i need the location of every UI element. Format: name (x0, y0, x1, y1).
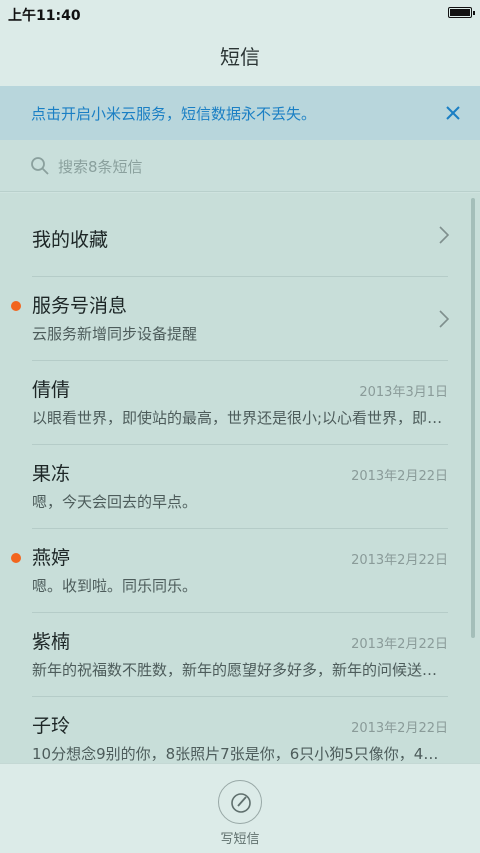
table-row[interactable]: 紫楠 2013年2月22日 新年的祝福数不胜数，新年的愿望好多好多，新年的问候送… (0, 613, 480, 697)
conversation-name: 子玲 (32, 715, 71, 737)
conversation-list[interactable]: 我的收藏 服务号消息 云服务新增同步设备提醒 倩倩 2013年3月1日 以眼看世… (0, 193, 480, 763)
conversation-preview: 10分想念9别的你，8张照片7张是你，6只小狗5只像你，4季都想着你 (32, 745, 448, 763)
chevron-right-icon (439, 226, 450, 244)
conversation-preview: 嗯，今天会回去的早点。 (32, 493, 198, 511)
page-title: 短信 (220, 45, 260, 69)
conversation-date: 2013年3月1日 (359, 385, 448, 400)
search-placeholder: 搜索8条短信 (58, 158, 143, 176)
banner-text[interactable]: 点击开启小米云服务，短信数据永不丢失。 (31, 103, 316, 124)
conversation-date: 2013年2月22日 (351, 637, 448, 652)
status-bar: 上午11:40 (0, 0, 480, 28)
search-input[interactable]: 搜索8条短信 (0, 140, 480, 192)
close-icon[interactable] (442, 102, 464, 124)
table-row[interactable]: 子玲 2013年2月22日 10分想念9别的你，8张照片7张是你，6只小狗5只像… (0, 697, 480, 763)
cloud-service-banner[interactable]: 点击开启小米云服务，短信数据永不丢失。 (0, 86, 480, 140)
chevron-right-icon (439, 310, 450, 328)
conversation-date: 2013年2月22日 (351, 553, 448, 568)
title-bar: 短信 (0, 28, 480, 86)
list-item-favorites[interactable]: 我的收藏 (0, 193, 480, 277)
conversation-name: 燕婷 (32, 547, 71, 569)
conversation-name: 我的收藏 (32, 229, 109, 251)
conversation-name: 倩倩 (32, 379, 71, 401)
compose-button[interactable] (218, 780, 262, 824)
table-row[interactable]: 燕婷 2013年2月22日 嗯。收到啦。同乐同乐。 (0, 529, 480, 613)
conversation-preview: 新年的祝福数不胜数，新年的愿望好多好多，新年的问候送给你 (32, 661, 448, 679)
conversation-preview: 以眼看世界，即使站的最高，世界还是很小;以心看世界，即使身处最低，世界也很大 (32, 409, 448, 427)
battery-icon (448, 7, 475, 18)
compose-icon (231, 793, 251, 813)
conversation-name: 紫楠 (32, 631, 71, 653)
bottom-bar: 写短信 (0, 763, 480, 853)
compose-label[interactable]: 写短信 (0, 828, 480, 847)
list-item-service[interactable]: 服务号消息 云服务新增同步设备提醒 (0, 277, 480, 361)
status-time: 上午11:40 (8, 8, 81, 24)
unread-dot (11, 301, 21, 311)
conversation-preview: 云服务新增同步设备提醒 (32, 325, 198, 343)
conversation-name: 服务号消息 (32, 295, 128, 317)
table-row[interactable]: 倩倩 2013年3月1日 以眼看世界，即使站的最高，世界还是很小;以心看世界，即… (0, 361, 480, 445)
conversation-name: 果冻 (32, 463, 71, 485)
conversation-date: 2013年2月22日 (351, 469, 448, 484)
conversation-preview: 嗯。收到啦。同乐同乐。 (32, 577, 198, 595)
unread-dot (11, 553, 21, 563)
conversation-date: 2013年2月22日 (351, 721, 448, 736)
table-row[interactable]: 果冻 2013年2月22日 嗯，今天会回去的早点。 (0, 445, 480, 529)
search-icon (31, 157, 49, 175)
